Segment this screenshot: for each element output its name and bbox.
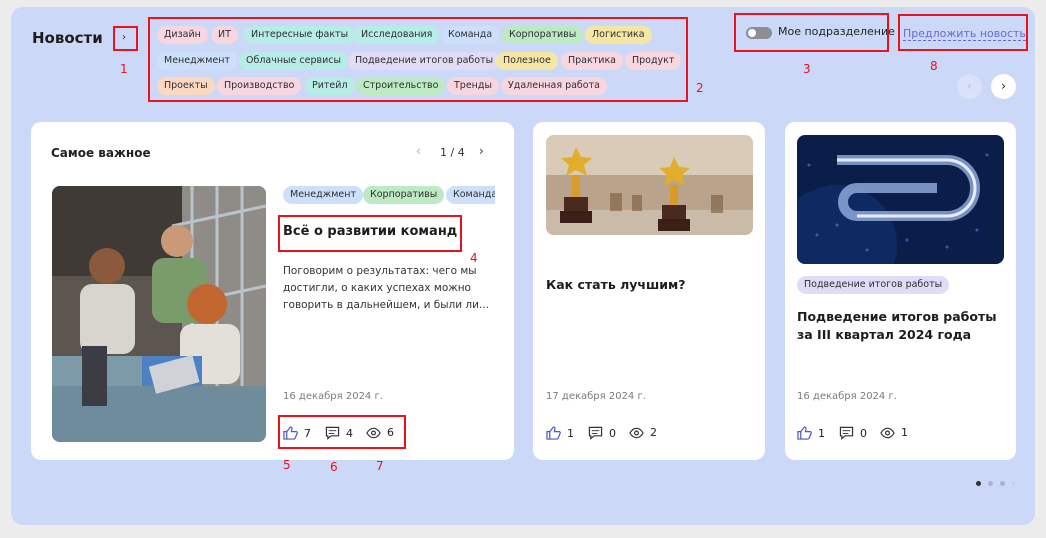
carousel-dot-active[interactable] (976, 481, 981, 486)
eye-icon (629, 427, 644, 438)
carousel-dot[interactable] (1000, 481, 1005, 486)
featured-next-button[interactable]: › (479, 144, 484, 158)
excerpt-line: говорить в дальнейшем, и были ли... (283, 299, 489, 311)
featured-tag[interactable]: Корпоративы (363, 186, 445, 204)
excerpt-line: Поговорим о результатах: чего мы (283, 265, 477, 277)
annotation-box-2 (148, 17, 688, 102)
like-count: 1 (567, 426, 574, 440)
carousel-dot[interactable] (988, 481, 993, 486)
news-card-views: 1 (880, 426, 908, 439)
news-card-image[interactable] (797, 135, 1004, 264)
view-count: 2 (650, 426, 657, 439)
news-card-comment-button[interactable]: 0 (588, 426, 616, 440)
annotation-2: 2 (696, 81, 704, 95)
title-line: за III квартал 2024 года (797, 327, 972, 342)
featured-heading: Самое важное (51, 146, 151, 160)
news-card-like-button[interactable]: 1 (546, 426, 574, 440)
comment-icon (588, 426, 603, 440)
news-card-date: 16 декабря 2024 г. (797, 391, 897, 402)
news-card-tag[interactable]: Подведение итогов работы (797, 276, 950, 294)
news-card-like-button[interactable]: 1 (797, 426, 825, 440)
carousel-dot[interactable] (1012, 482, 1015, 485)
title-line: Подведение итогов работы (797, 309, 997, 324)
annotation-box-8 (898, 14, 1028, 51)
excerpt-line: достигли, о каких успехах можно (283, 282, 471, 294)
carousel-next-button[interactable]: › (991, 74, 1016, 99)
featured-date: 16 декабря 2024 г. (283, 391, 383, 402)
annotation-box-567 (278, 415, 406, 449)
annotation-6: 6 (330, 460, 338, 474)
like-count: 1 (818, 426, 825, 440)
news-card-image[interactable] (546, 135, 753, 235)
featured-tag[interactable]: Команда (446, 186, 495, 204)
news-card-views: 2 (629, 426, 657, 439)
featured-prev-button[interactable]: ‹ (416, 144, 421, 158)
comment-icon (839, 426, 854, 440)
featured-pager: 1 / 4 (440, 146, 465, 159)
news-card-comment-button[interactable]: 0 (839, 426, 867, 440)
thumbs-up-icon (546, 426, 561, 440)
annotation-5: 5 (283, 458, 291, 472)
annotation-box-1 (113, 26, 138, 51)
featured-tag-clip: Команда (446, 186, 495, 204)
annotation-3: 3 (803, 62, 811, 76)
annotation-box-3 (734, 13, 889, 52)
annotation-box-4 (278, 215, 462, 252)
featured-tag[interactable]: Менеджмент (283, 186, 363, 204)
chevron-right-icon: › (1001, 79, 1006, 93)
comment-count: 0 (860, 426, 867, 440)
chevron-left-icon: ‹ (967, 79, 972, 93)
page-title: Новости (32, 29, 103, 47)
news-card-title[interactable]: Как стать лучшим? (546, 277, 685, 292)
annotation-1: 1 (120, 62, 128, 76)
featured-image[interactable] (52, 186, 266, 442)
news-card-title[interactable]: Подведение итогов работы за III квартал … (797, 308, 997, 344)
annotation-7: 7 (376, 459, 384, 473)
annotation-8: 8 (930, 59, 938, 73)
comment-count: 0 (609, 426, 616, 440)
carousel-prev-button[interactable]: ‹ (957, 74, 982, 99)
thumbs-up-icon (797, 426, 812, 440)
featured-excerpt: Поговорим о результатах: чего мы достигл… (283, 263, 489, 314)
news-card-date: 17 декабря 2024 г. (546, 391, 646, 402)
view-count: 1 (901, 426, 908, 439)
eye-icon (880, 427, 895, 438)
